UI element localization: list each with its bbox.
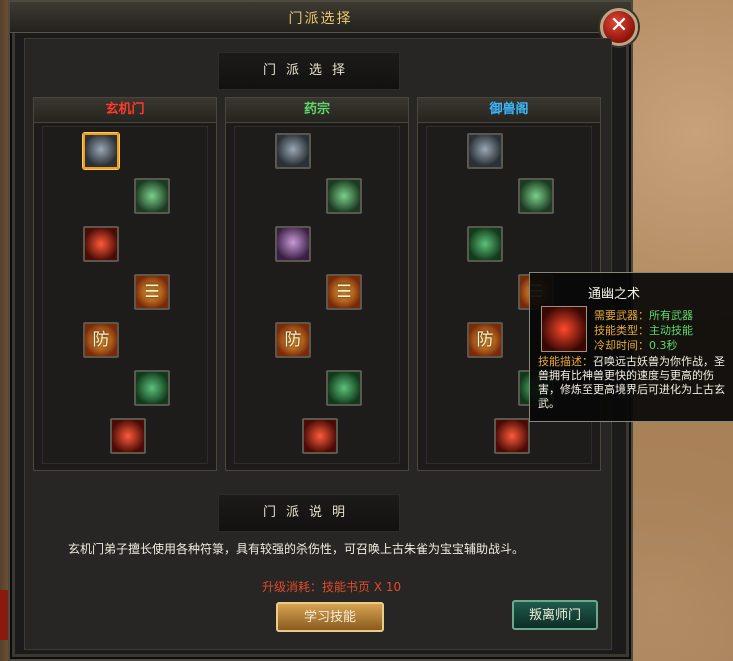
- skill-green-beast-icon[interactable]: [134, 370, 170, 406]
- skill-purple-skull-icon[interactable]: [275, 226, 311, 262]
- skill-fire-rune-icon[interactable]: ☰: [134, 274, 170, 310]
- tooltip-title: 通幽之术: [587, 287, 640, 302]
- fire-demon-icon: [541, 306, 587, 352]
- tooltip-key: 技能类型：: [594, 324, 649, 337]
- defense-glyph: 防: [476, 330, 494, 350]
- sect-select-header-label: 门派选择: [262, 63, 355, 78]
- tooltip-key: 冷却时间：: [594, 339, 649, 352]
- sect-column-header: 玄机门: [34, 98, 216, 123]
- skill-defense-rune-icon[interactable]: 防: [275, 322, 311, 358]
- sect-description-header-label: 门派说明: [262, 505, 355, 520]
- sect-name: 药宗: [303, 102, 330, 117]
- fire-rune-glyph: ☰: [144, 282, 160, 302]
- tooltip-desc-key: 技能描述：: [538, 355, 593, 368]
- skill-fire-demon-icon[interactable]: [302, 418, 338, 454]
- defense-glyph: 防: [92, 330, 110, 350]
- sect-name: 御兽阁: [489, 102, 529, 117]
- sect-column-header: 御兽阁: [418, 98, 600, 123]
- tooltip-cooldown-row: 冷却时间：0.3秒: [594, 337, 678, 353]
- leave-sect-button[interactable]: 叛离师门: [512, 600, 598, 630]
- skill-fire-demon-icon[interactable]: [110, 418, 146, 454]
- skill-green-spirit-icon[interactable]: [134, 178, 170, 214]
- skill-ghost-mask-icon[interactable]: [275, 133, 311, 169]
- sect-column-header: 药宗: [226, 98, 408, 123]
- skill-green-leaf-icon[interactable]: [467, 226, 503, 262]
- skill-ghost-mask-icon[interactable]: [467, 133, 503, 169]
- learn-skill-button[interactable]: 学习技能: [276, 602, 384, 632]
- skill-ghost-mask-icon[interactable]: [83, 133, 119, 169]
- skill-tree-area: [42, 126, 208, 464]
- window-title: 门派选择: [288, 11, 353, 27]
- skill-defense-rune-icon[interactable]: 防: [83, 322, 119, 358]
- tooltip-description: 技能描述：召唤远古妖兽为你作战，圣兽拥有比神兽更快的速度与更高的伤害，修炼至更高…: [538, 355, 733, 411]
- skill-green-beast-icon[interactable]: [326, 370, 362, 406]
- tooltip-type-row: 技能类型：主动技能: [594, 322, 693, 338]
- sect-column-xuanjimen: 玄机门 ☰ 防: [33, 97, 217, 471]
- sect-description-header: 门派说明: [218, 494, 400, 532]
- tooltip-value: 主动技能: [649, 324, 693, 337]
- sect-select-header: 门派选择: [218, 52, 400, 90]
- sect-description-text: 玄机门弟子擅长使用各种符箓，具有较强的杀伤性，可召唤上古朱雀为宝宝辅助战斗。: [68, 542, 525, 556]
- upgrade-cost-text: 升级消耗：技能书页 X 10: [262, 580, 402, 594]
- sect-column-yaozong: 药宗 ☰ 防: [225, 97, 409, 471]
- skill-defense-rune-icon[interactable]: 防: [467, 322, 503, 358]
- title-bar[interactable]: 门派选择: [10, 2, 631, 33]
- tooltip-value: 0.3秒: [649, 339, 678, 352]
- skill-tree-area: [234, 126, 400, 464]
- skill-green-spirit-icon[interactable]: [326, 178, 362, 214]
- defense-glyph: 防: [284, 330, 302, 350]
- skill-red-swirl-icon[interactable]: [83, 226, 119, 262]
- fire-rune-glyph: ☰: [336, 282, 352, 302]
- skill-fire-rune-icon[interactable]: ☰: [326, 274, 362, 310]
- sect-name: 玄机门: [105, 102, 145, 117]
- skill-green-spirit-icon[interactable]: [518, 178, 554, 214]
- tooltip-key: 需要武器：: [594, 309, 649, 322]
- skill-fire-demon-icon[interactable]: [494, 418, 530, 454]
- skill-tooltip: 通幽之术 需要武器：所有武器 技能类型：主动技能 冷却时间：0.3秒 技能描述：…: [529, 272, 733, 422]
- tooltip-value: 所有武器: [649, 309, 693, 322]
- tooltip-weapon-row: 需要武器：所有武器: [594, 307, 693, 323]
